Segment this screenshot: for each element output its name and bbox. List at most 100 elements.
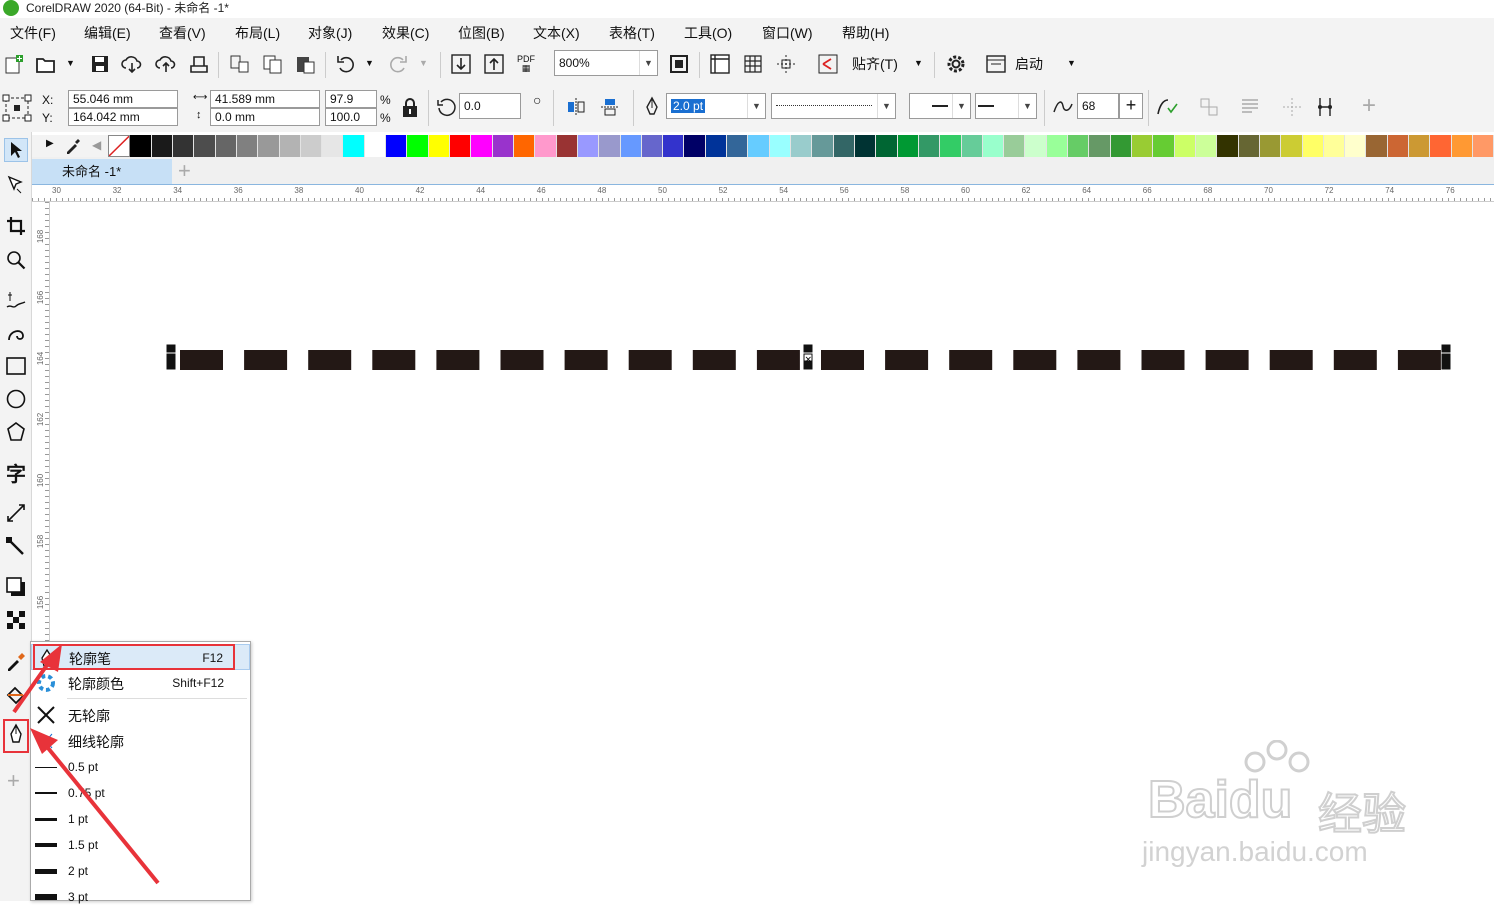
new-document-icon[interactable] bbox=[2, 52, 26, 76]
color-swatch[interactable] bbox=[791, 135, 813, 157]
launch-app-icon[interactable] bbox=[984, 52, 1008, 76]
color-swatch[interactable] bbox=[1345, 135, 1367, 157]
menu-help[interactable]: 帮助(H) bbox=[842, 23, 889, 43]
color-swatch[interactable] bbox=[279, 135, 301, 157]
show-rulers-icon[interactable] bbox=[708, 52, 732, 76]
smoothing-slider-button[interactable]: + bbox=[1119, 93, 1143, 119]
mirror-vertical-icon[interactable] bbox=[598, 95, 622, 119]
color-swatch[interactable] bbox=[1366, 135, 1388, 157]
color-swatch[interactable] bbox=[322, 135, 344, 157]
add-property-icon[interactable]: + bbox=[1362, 92, 1376, 120]
end-arrowhead-combo[interactable]: ▼ bbox=[975, 93, 1037, 119]
color-swatch[interactable] bbox=[556, 135, 578, 157]
menu-text[interactable]: 文本(X) bbox=[533, 23, 580, 43]
open-folder-icon[interactable] bbox=[34, 52, 58, 76]
drop-shadow-tool-icon[interactable] bbox=[4, 575, 28, 599]
color-swatch[interactable] bbox=[1387, 135, 1410, 157]
start-arrowhead-combo[interactable]: ▼ bbox=[909, 93, 971, 119]
lock-ratio-icon[interactable] bbox=[398, 96, 422, 120]
cut-icon[interactable] bbox=[228, 52, 252, 76]
redo-icon[interactable] bbox=[386, 52, 410, 76]
color-swatch[interactable] bbox=[428, 135, 450, 157]
color-swatch[interactable] bbox=[513, 135, 536, 157]
snap-to-icon[interactable] bbox=[816, 52, 840, 76]
horizontal-ruler[interactable]: 30 32 34 36 38 40 42 44 46 48 50 52 54 56 58 60 62 64 66 68… bbox=[32, 184, 1494, 202]
color-swatch[interactable] bbox=[215, 135, 237, 157]
color-swatch[interactable] bbox=[577, 135, 600, 157]
snap-dropdown-icon[interactable]: ▼ bbox=[914, 58, 923, 68]
end-arrowhead-dropdown-icon[interactable]: ▼ bbox=[1018, 94, 1036, 118]
color-swatch[interactable] bbox=[854, 135, 877, 157]
zoom-dropdown-icon[interactable]: ▼ bbox=[639, 51, 657, 75]
color-swatch[interactable] bbox=[194, 135, 216, 157]
undo-icon[interactable] bbox=[334, 52, 358, 76]
menu-view[interactable]: 查看(V) bbox=[159, 23, 206, 43]
eyedropper-icon[interactable] bbox=[64, 137, 82, 155]
color-swatch[interactable] bbox=[599, 135, 621, 157]
menu-object[interactable]: 对象(J) bbox=[308, 23, 352, 43]
color-swatch[interactable] bbox=[236, 135, 259, 157]
scale-height-field[interactable]: 100.0 bbox=[325, 108, 377, 126]
line-style-combo[interactable]: ▼ bbox=[771, 93, 896, 119]
color-swatch[interactable] bbox=[1110, 135, 1132, 157]
color-swatch[interactable] bbox=[1323, 135, 1346, 157]
freehand-tool-icon[interactable] bbox=[4, 288, 28, 312]
zoom-level-combo[interactable]: 800% ▼ bbox=[554, 50, 658, 76]
color-swatch[interactable] bbox=[1473, 135, 1494, 157]
color-swatch[interactable] bbox=[1238, 135, 1260, 157]
color-swatch[interactable] bbox=[812, 135, 834, 157]
show-guidelines-icon[interactable] bbox=[774, 52, 798, 76]
publish-pdf-icon[interactable]: PDF ▦ bbox=[514, 52, 538, 76]
new-tab-icon[interactable]: + bbox=[178, 158, 191, 184]
color-swatch[interactable] bbox=[1025, 135, 1047, 157]
color-swatch[interactable] bbox=[705, 135, 728, 157]
color-swatch[interactable] bbox=[748, 135, 770, 157]
start-arrowhead-dropdown-icon[interactable]: ▼ bbox=[952, 94, 970, 118]
print-icon[interactable] bbox=[187, 52, 211, 76]
palette-scroll-left-icon[interactable]: ◀ bbox=[92, 138, 101, 152]
menu-edit[interactable]: 编辑(E) bbox=[84, 23, 131, 43]
color-swatch[interactable] bbox=[1409, 135, 1431, 157]
save-icon[interactable] bbox=[88, 52, 112, 76]
polygon-tool-icon[interactable] bbox=[4, 420, 28, 444]
color-swatch[interactable] bbox=[343, 135, 365, 157]
cloud-download-icon[interactable] bbox=[120, 52, 144, 76]
color-swatch[interactable] bbox=[1430, 135, 1452, 157]
import-icon[interactable] bbox=[449, 52, 473, 76]
mirror-horizontal-icon[interactable] bbox=[564, 95, 588, 119]
color-swatch[interactable] bbox=[1451, 135, 1473, 157]
color-swatch[interactable] bbox=[940, 135, 962, 157]
snap-to-label[interactable]: 贴齐(T) bbox=[852, 54, 898, 74]
color-swatch[interactable] bbox=[1302, 135, 1324, 157]
show-grid-icon[interactable] bbox=[741, 52, 765, 76]
artistic-media-tool-icon[interactable] bbox=[4, 321, 28, 345]
color-swatch[interactable] bbox=[535, 135, 557, 157]
launch-label[interactable]: 启动 bbox=[1015, 54, 1043, 74]
export-icon[interactable] bbox=[482, 52, 506, 76]
color-swatch[interactable] bbox=[386, 135, 408, 157]
zoom-tool-icon[interactable] bbox=[4, 248, 28, 272]
menu-bitmap[interactable]: 位图(B) bbox=[458, 23, 505, 43]
redo-dropdown-icon[interactable]: ▼ bbox=[419, 58, 428, 68]
color-swatch[interactable] bbox=[769, 135, 791, 157]
cloud-upload-icon[interactable] bbox=[154, 52, 178, 76]
full-screen-preview-icon[interactable] bbox=[667, 52, 691, 76]
undo-dropdown-icon[interactable]: ▼ bbox=[365, 58, 374, 68]
scale-width-field[interactable]: 97.9 bbox=[325, 90, 377, 108]
document-tab[interactable]: 未命名 -1* bbox=[32, 159, 172, 184]
color-swatch[interactable] bbox=[492, 135, 514, 157]
color-swatch[interactable] bbox=[1004, 135, 1026, 157]
palette-expand-icon[interactable]: ▶ bbox=[46, 138, 54, 149]
color-swatch[interactable] bbox=[364, 135, 387, 157]
menu-file[interactable]: 文件(F) bbox=[10, 23, 56, 43]
color-swatch[interactable] bbox=[1281, 135, 1303, 157]
color-swatch[interactable] bbox=[620, 135, 642, 157]
color-swatch[interactable] bbox=[833, 135, 855, 157]
crop-tool-icon[interactable] bbox=[4, 214, 28, 238]
color-swatch[interactable] bbox=[450, 135, 472, 157]
no-color-swatch[interactable] bbox=[108, 135, 131, 157]
connector-tool-icon[interactable] bbox=[4, 535, 28, 559]
color-swatch[interactable] bbox=[961, 135, 983, 157]
color-swatch[interactable] bbox=[684, 135, 706, 157]
paste-icon[interactable] bbox=[294, 52, 318, 76]
